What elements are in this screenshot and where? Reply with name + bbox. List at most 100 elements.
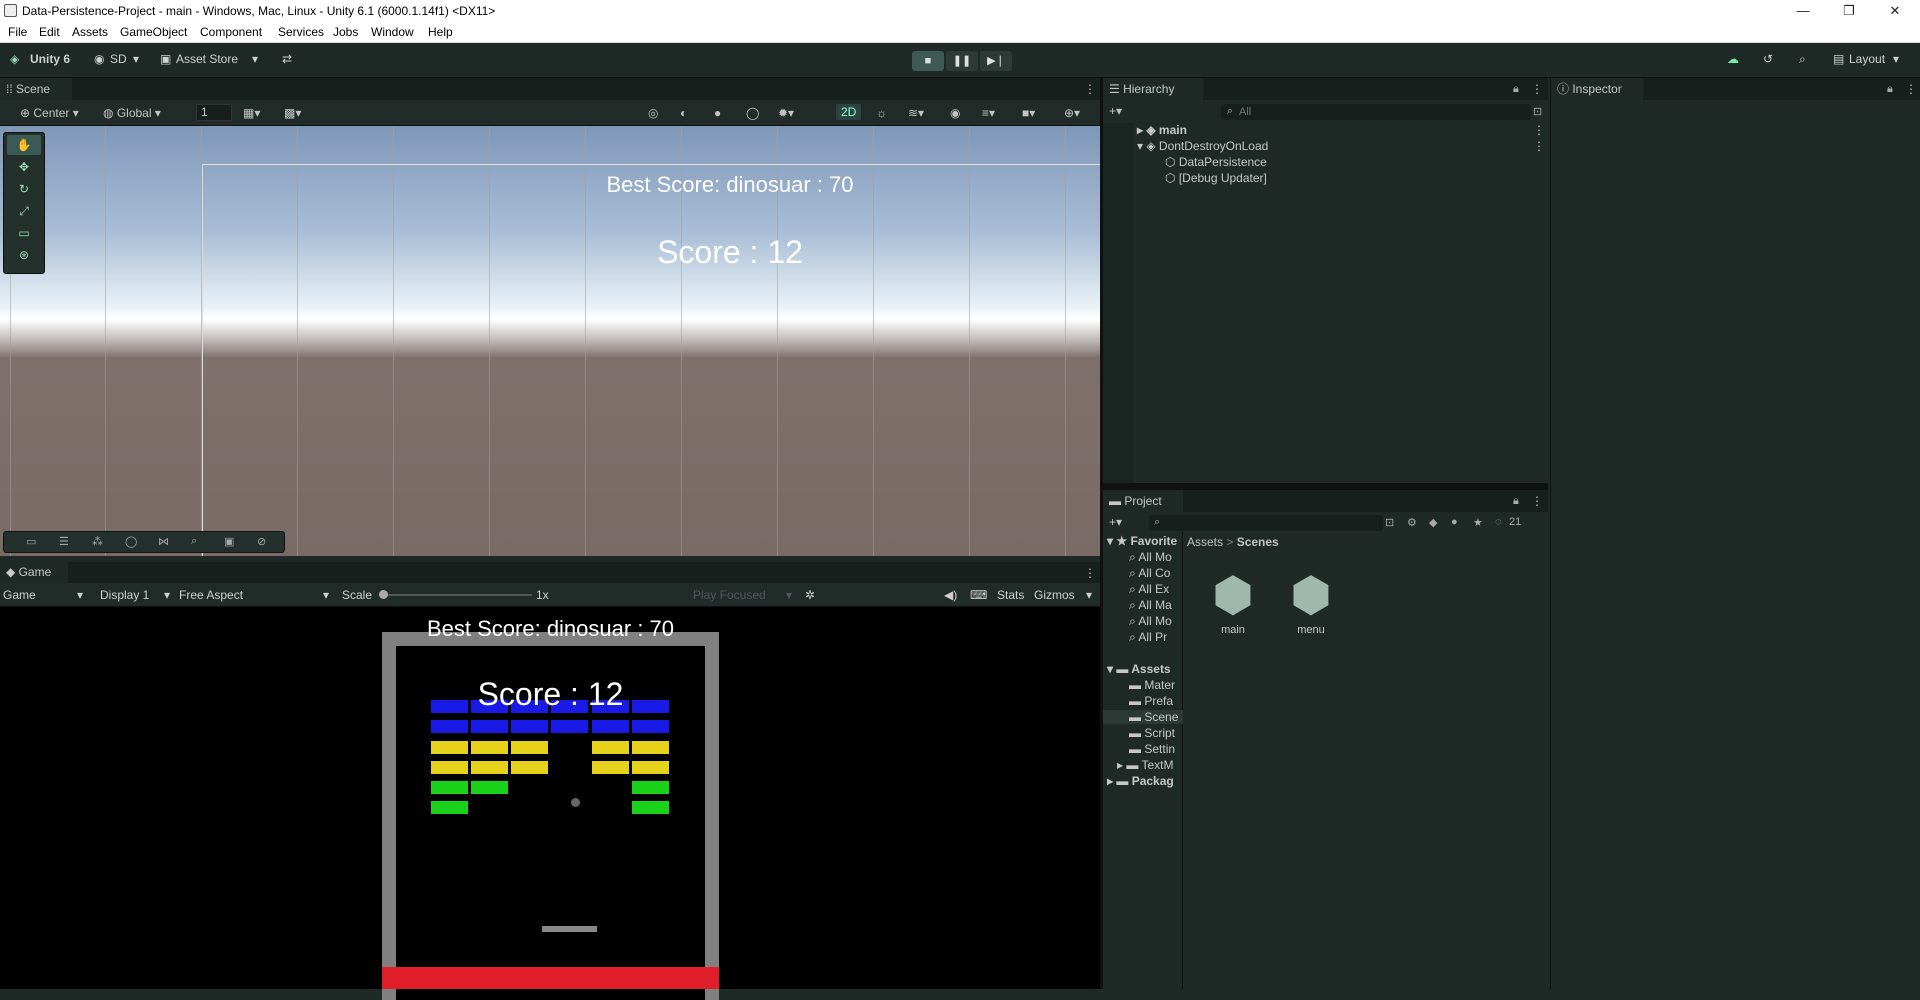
audio-icon[interactable]: ◀) (944, 588, 957, 602)
menu-window[interactable]: Window (371, 25, 414, 39)
layout-dropdown[interactable]: Layout (1849, 52, 1885, 66)
gizmos-icon[interactable]: ⊕▾ (1064, 106, 1080, 120)
rect-tool-icon[interactable]: ▭ (7, 223, 41, 243)
panel-splitter[interactable] (1103, 483, 1548, 490)
tab-scene[interactable]: ⁞⁞ Scene (0, 78, 72, 100)
render-mode-icon[interactable]: ✹▾ (778, 106, 794, 120)
add-object-button[interactable]: +▾ (1109, 104, 1122, 118)
history-icon[interactable]: ↺ (1763, 52, 1773, 66)
pivot-dropdown[interactable]: ⊕ Center ▾ (20, 106, 79, 120)
favorite-item[interactable]: ⌕ All Mo (1129, 550, 1172, 565)
camera-icon[interactable]: ■▾ (1022, 106, 1035, 120)
nodes-icon[interactable]: ⋈ (158, 535, 169, 548)
folder-item[interactable]: ▬ Settin (1129, 742, 1175, 756)
tab-project[interactable]: ▬ Project (1103, 490, 1183, 512)
more-options-icon[interactable]: ⋮ (1533, 139, 1545, 153)
space-dropdown[interactable]: ◍ Global ▾ (103, 106, 161, 120)
search-icon[interactable]: ⌕ (1799, 52, 1806, 67)
folder-item-selected[interactable]: ▬ Scene (1103, 710, 1183, 724)
menu-jobs[interactable]: Jobs (333, 25, 358, 39)
tab-inspector[interactable]: ⓘ Inspector (1551, 78, 1643, 100)
hierarchy-item[interactable]: ▸ ◈ main (1137, 123, 1187, 137)
draw-mode-icon[interactable]: ≡▾ (982, 106, 995, 120)
grid-snap-icon[interactable]: ▦▾ (243, 106, 260, 120)
step-button[interactable]: ▶❘ (980, 51, 1012, 71)
rotate-tool-icon[interactable]: ↻ (7, 179, 41, 199)
expand-arrow-icon[interactable]: ▸ (1137, 123, 1146, 137)
hierarchy-item[interactable]: ▾ ◈ DontDestroyOnLoad (1137, 139, 1268, 153)
more-options-icon[interactable]: ⋮ (1531, 494, 1543, 508)
menu-gameobject[interactable]: GameObject (120, 25, 187, 39)
scene-visibility-icon[interactable]: ⊡ (1533, 105, 1542, 118)
hierarchy-item[interactable]: ⬡ [Debug Updater] (1165, 171, 1267, 185)
breadcrumb-item[interactable]: Assets (1187, 535, 1223, 549)
lock-icon[interactable]: 🔒︎ (1513, 495, 1519, 508)
account-button[interactable]: SD (110, 52, 127, 66)
scene-asset[interactable]: ⬢ main (1203, 568, 1263, 636)
search-by-type-icon[interactable]: ⊡ (1385, 516, 1394, 529)
bug-icon[interactable]: ✲ (805, 588, 815, 602)
grid-size-input[interactable]: 1 (196, 104, 232, 121)
lock-icon[interactable]: 🔒︎ (1513, 83, 1519, 96)
more-options-icon[interactable]: ⋮ (1531, 82, 1543, 96)
scene-asset[interactable]: ⬢ menu (1281, 568, 1341, 636)
folder-item[interactable]: ▬ Prefa (1129, 694, 1173, 708)
version-control-icon[interactable]: ⇄ (282, 52, 292, 66)
folder-item[interactable]: ▬ Mater (1129, 678, 1175, 692)
menu-services[interactable]: Services (278, 25, 324, 39)
favorite-item[interactable]: ⌕ All Ma (1129, 598, 1172, 613)
scale-slider-handle[interactable] (379, 590, 388, 599)
project-search-input[interactable] (1149, 515, 1383, 531)
menu-edit[interactable]: Edit (39, 25, 60, 39)
game-view-dropdown[interactable]: Game (3, 588, 36, 602)
transform-tool-icon[interactable]: ⊛ (7, 245, 41, 265)
rect-icon[interactable]: ▭ (26, 535, 36, 548)
search-icon[interactable]: ⌕ (191, 535, 197, 548)
unity-version-button[interactable]: Unity 6 (30, 52, 70, 66)
hierarchy-search-input[interactable]: All (1221, 104, 1531, 120)
favorite-item[interactable]: ⌕ All Pr (1129, 630, 1167, 645)
keyboard-icon[interactable]: ⌨ (970, 588, 987, 602)
hierarchy-item[interactable]: ⬡ DataPersistence (1165, 155, 1267, 169)
more-options-icon[interactable]: ⋮ (1533, 123, 1545, 137)
layers-icon[interactable]: ≋▾ (908, 106, 924, 120)
wireframe-icon[interactable]: ◎ (648, 106, 658, 120)
favorites-header[interactable]: ▾ ★ Favorite (1107, 534, 1177, 548)
tab-hierarchy[interactable]: ☰ Hierarchy (1103, 78, 1203, 100)
label-icon[interactable]: ◆ (1429, 516, 1437, 529)
camera-preview-icon[interactable]: ▣ (224, 535, 234, 548)
tab-game[interactable]: ◆ Game (0, 562, 68, 583)
folder-item[interactable]: ▬ Script (1129, 726, 1175, 740)
compass-icon[interactable]: ⊘ (257, 535, 266, 548)
more-options-icon[interactable]: ⋮ (1905, 82, 1917, 96)
sliders-icon[interactable]: ☰ (59, 535, 69, 548)
hand-tool-icon[interactable]: ✋ (7, 135, 41, 155)
2d-toggle[interactable]: 2D (836, 104, 862, 120)
circle-icon[interactable]: ◯ (125, 535, 137, 548)
play-focused-dropdown[interactable]: Play Focused (693, 588, 766, 602)
shaded-wire-icon[interactable]: ◐ (680, 106, 687, 120)
menu-component[interactable]: Component (200, 25, 262, 39)
scale-slider[interactable] (382, 594, 532, 596)
lock-icon[interactable]: 🔒︎ (1887, 83, 1893, 96)
folder-item[interactable]: ▸ ▬ TextM (1117, 758, 1174, 772)
gizmos-button[interactable]: Gizmos (1034, 588, 1075, 602)
snap-icon[interactable]: ▩▾ (284, 106, 301, 120)
display-dropdown[interactable]: Display 1 (100, 588, 149, 602)
move-tool-icon[interactable]: ✥ (7, 157, 41, 177)
warning-icon[interactable]: ● (1451, 516, 1458, 528)
aspect-dropdown[interactable]: Free Aspect (179, 588, 243, 602)
menu-help[interactable]: Help (428, 25, 453, 39)
more-options-icon[interactable]: ⋮ (1084, 82, 1096, 96)
maximize-button[interactable]: ❐ (1826, 0, 1872, 22)
visibility-icon[interactable]: ◉ (950, 106, 960, 120)
scale-tool-icon[interactable]: ⤢ (7, 201, 41, 221)
pause-button[interactable]: ❚❚ (946, 51, 978, 71)
close-button[interactable]: ✕ (1872, 0, 1918, 22)
minimize-button[interactable]: — (1780, 0, 1826, 22)
scene-viewport[interactable]: Best Score: dinosuar : 70 Score : 12 ✋ ✥… (0, 126, 1100, 556)
game-viewport[interactable]: Best Score: dinosuar : 70 Score : 12 (0, 607, 1100, 1000)
favorite-icon[interactable]: ★ (1473, 516, 1483, 529)
breadcrumb-item[interactable]: Scenes (1237, 535, 1279, 549)
lighting-icon[interactable]: ☼ (876, 106, 887, 120)
